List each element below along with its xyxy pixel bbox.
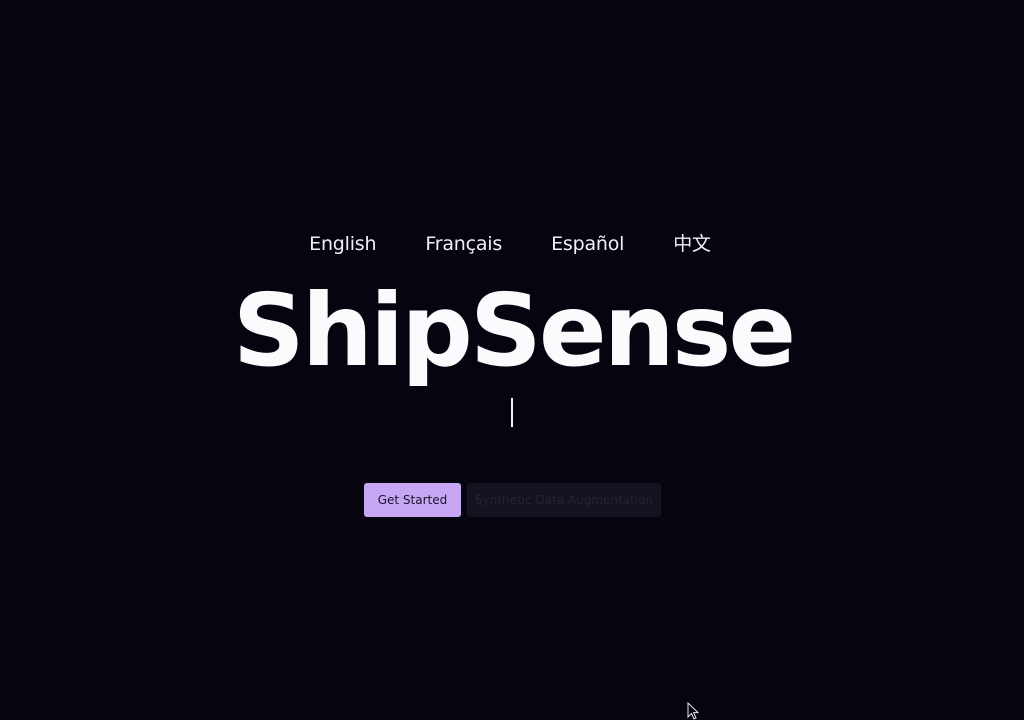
mouse-pointer-icon <box>687 702 699 720</box>
language-option-english[interactable]: English <box>309 230 376 258</box>
hero-actions: Get Started Synthetic Data Augmentation <box>364 483 661 517</box>
hero-title: ShipSense <box>232 272 796 389</box>
typing-caret <box>511 398 513 427</box>
landing-page: English Français Español 中文 ShipSense Ge… <box>0 0 1024 720</box>
get-started-button[interactable]: Get Started <box>364 483 461 517</box>
synthetic-data-augmentation-button[interactable]: Synthetic Data Augmentation <box>467 483 661 517</box>
language-option-french[interactable]: Français <box>425 230 502 258</box>
language-option-chinese[interactable]: 中文 <box>673 230 711 258</box>
language-option-spanish[interactable]: Español <box>551 230 624 258</box>
language-selector: English Français Español 中文 <box>0 230 1022 258</box>
